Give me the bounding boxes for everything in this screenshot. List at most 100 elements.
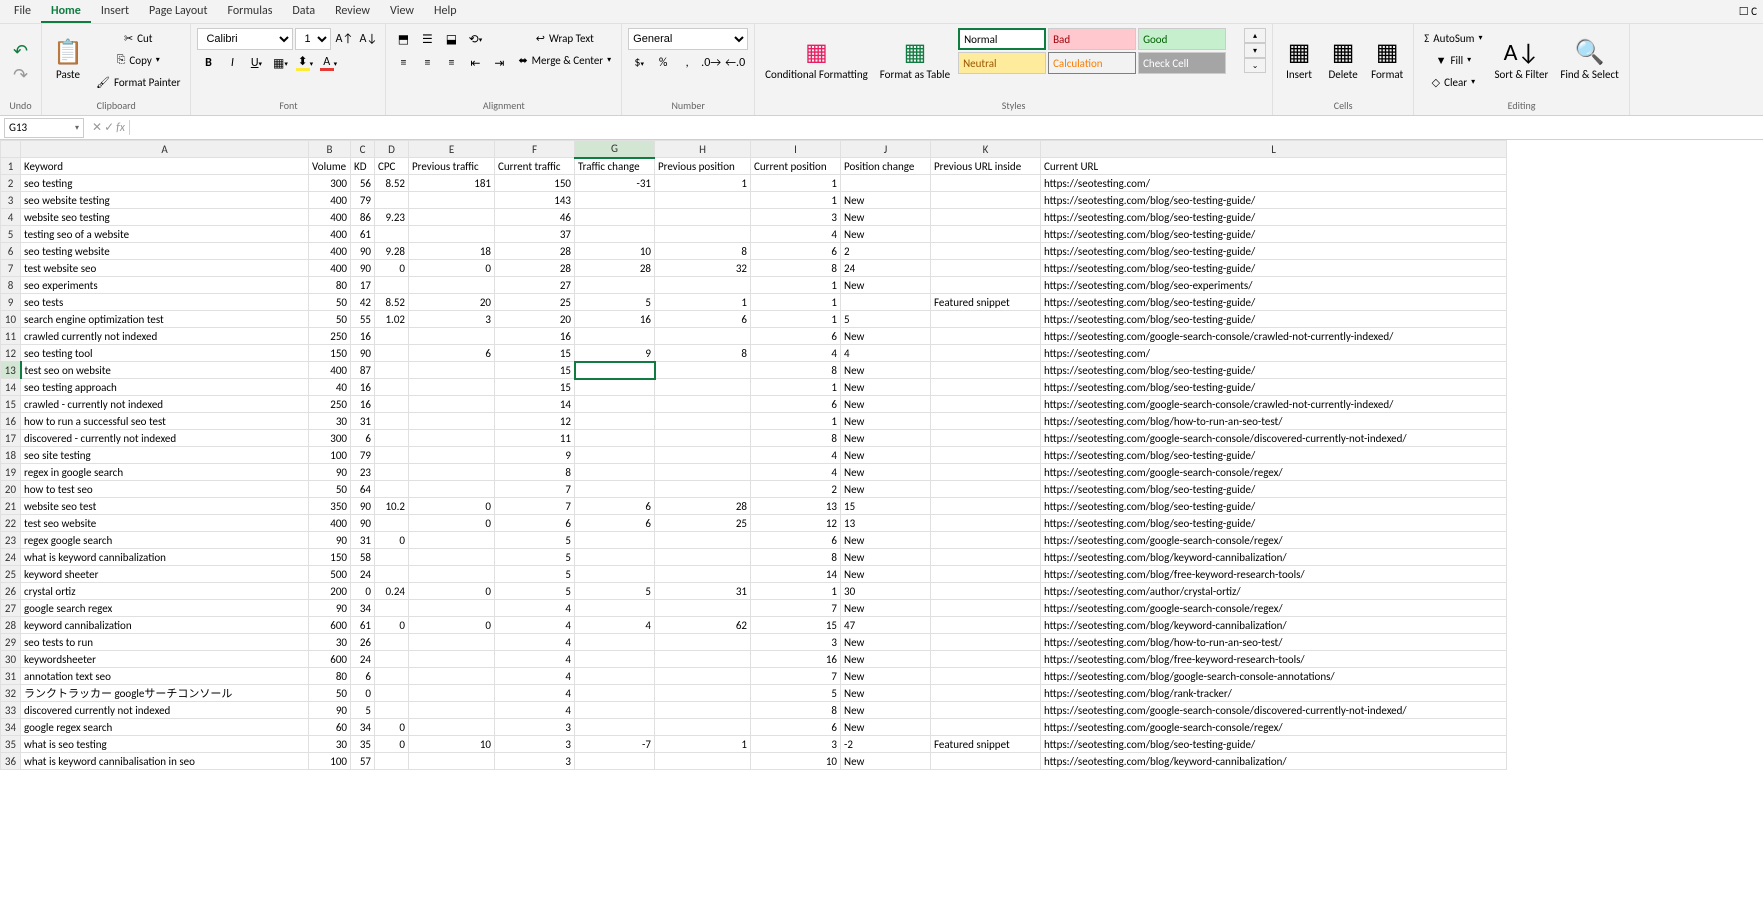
find-select-button[interactable]: 🔍Find & Select [1556,28,1622,92]
cell[interactable]: keyword sheeter [21,566,309,583]
font-name-select[interactable]: Calibri [197,28,293,50]
format-painter-button[interactable]: 🖌Format Painter [92,72,184,92]
cell[interactable]: 600 [309,617,351,634]
row-header[interactable]: 24 [1,549,21,566]
cell[interactable]: 37 [495,226,575,243]
increase-decimal-button[interactable]: .0→ [700,52,722,74]
cell[interactable]: 4 [751,345,841,362]
cell[interactable] [655,192,751,209]
cell[interactable] [409,651,495,668]
cell[interactable] [409,634,495,651]
cell[interactable]: New [841,651,931,668]
cell[interactable] [409,396,495,413]
cell[interactable]: New [841,209,931,226]
cell[interactable]: 5 [575,583,655,600]
row-header[interactable]: 12 [1,345,21,362]
cell[interactable] [931,481,1041,498]
cell[interactable]: 62 [655,617,751,634]
delete-cells-button[interactable]: ▦Delete [1323,28,1363,92]
italic-button[interactable]: I [221,52,243,74]
cell[interactable]: google regex search [21,719,309,736]
row-header[interactable]: 5 [1,226,21,243]
cell[interactable]: 30 [309,736,351,753]
cell[interactable] [375,634,409,651]
cell[interactable] [575,549,655,566]
cell[interactable]: https://seotesting.com/blog/free-keyword… [1041,651,1507,668]
percent-format-button[interactable]: % [652,52,674,74]
cell[interactable] [655,447,751,464]
cell[interactable]: https://seotesting.com/google-search-con… [1041,532,1507,549]
cancel-formula-icon[interactable]: ✕ [92,120,102,135]
cell[interactable] [375,668,409,685]
row-header[interactable]: 14 [1,379,21,396]
cell[interactable] [655,566,751,583]
cell[interactable]: https://seotesting.com/blog/keyword-cann… [1041,753,1507,770]
cell[interactable]: Featured snippet [931,294,1041,311]
cell[interactable] [931,243,1041,260]
cell[interactable] [931,549,1041,566]
cell[interactable]: https://seotesting.com/blog/seo-testing-… [1041,294,1507,311]
cell[interactable] [575,447,655,464]
bold-button[interactable]: B [197,52,219,74]
cell[interactable] [841,294,931,311]
cell[interactable] [655,430,751,447]
cell[interactable]: 300 [309,175,351,192]
align-left-button[interactable]: ≡ [392,52,414,74]
cell[interactable]: 50 [309,685,351,702]
cell[interactable] [931,362,1041,379]
cell[interactable]: crawled - currently not indexed [21,396,309,413]
cell[interactable]: -7 [575,736,655,753]
cell[interactable]: https://seotesting.com/blog/seo-testing-… [1041,226,1507,243]
cell[interactable]: https://seotesting.com/author/crystal-or… [1041,583,1507,600]
row-header[interactable]: 33 [1,702,21,719]
cell[interactable]: New [841,702,931,719]
cell[interactable] [655,226,751,243]
cell[interactable]: 4 [841,345,931,362]
header-cell[interactable]: Traffic change [575,158,655,175]
cell[interactable]: 8 [751,362,841,379]
cell[interactable]: 6 [751,243,841,260]
cell[interactable] [931,753,1041,770]
cell[interactable] [931,396,1041,413]
cell[interactable] [655,413,751,430]
cell[interactable]: 1 [655,175,751,192]
cell[interactable] [375,277,409,294]
font-color-button[interactable]: A▾ [317,52,339,74]
cell[interactable]: 16 [351,379,375,396]
cell[interactable]: 31 [351,413,375,430]
cell[interactable]: 34 [351,600,375,617]
cell[interactable]: 90 [309,464,351,481]
align-center-button[interactable]: ≡ [416,52,438,74]
cell[interactable] [931,328,1041,345]
cell[interactable] [575,566,655,583]
cell[interactable]: 50 [309,481,351,498]
cell[interactable]: discovered currently not indexed [21,702,309,719]
cell[interactable] [655,328,751,345]
conditional-formatting-button[interactable]: ▦ Conditional Formatting [761,28,872,92]
header-cell[interactable]: CPC [375,158,409,175]
cell[interactable]: New [841,600,931,617]
cell[interactable]: 15 [841,498,931,515]
cell[interactable]: 13 [751,498,841,515]
cell[interactable]: 7 [495,481,575,498]
row-header[interactable]: 3 [1,192,21,209]
cell[interactable]: 57 [351,753,375,770]
cell[interactable]: 2 [841,243,931,260]
cell[interactable]: 7 [751,668,841,685]
format-cells-button[interactable]: ▦Format [1367,28,1407,92]
align-bottom-button[interactable]: ⬓ [440,28,462,50]
cell[interactable]: 8 [751,549,841,566]
cell[interactable]: 5 [751,685,841,702]
row-header[interactable]: 23 [1,532,21,549]
cell[interactable]: 8 [751,430,841,447]
cell[interactable]: 16 [575,311,655,328]
header-cell[interactable]: Previous traffic [409,158,495,175]
cell[interactable] [931,651,1041,668]
cell[interactable]: seo tests [21,294,309,311]
cell[interactable]: 0 [409,583,495,600]
cell[interactable]: 14 [495,396,575,413]
cell[interactable] [375,226,409,243]
cell[interactable]: New [841,413,931,430]
cell[interactable]: 6 [751,719,841,736]
cell[interactable] [931,379,1041,396]
